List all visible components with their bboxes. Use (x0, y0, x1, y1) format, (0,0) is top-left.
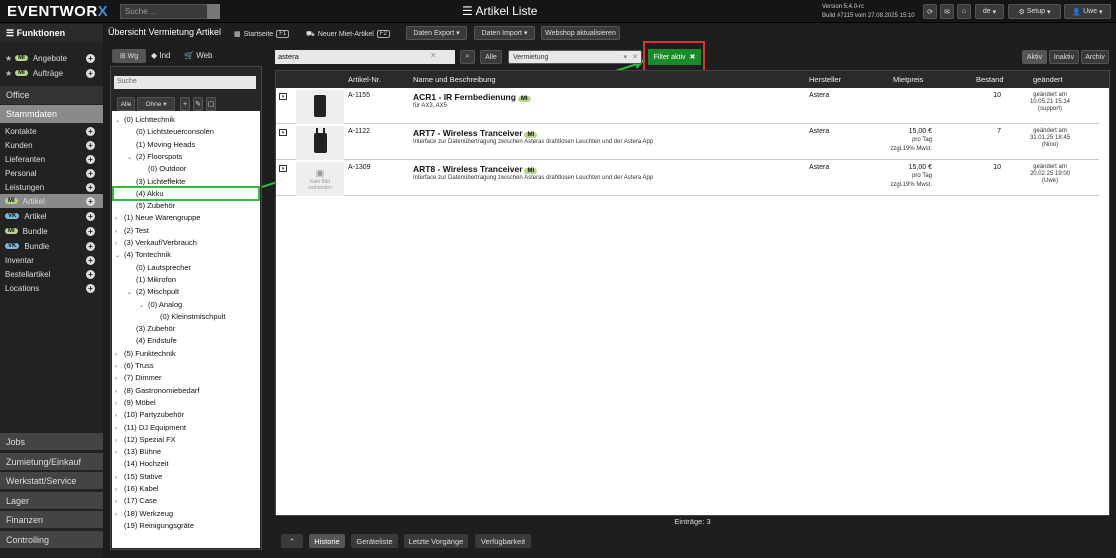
clear-type-icon[interactable]: ✕ (632, 53, 638, 61)
status-tab-aktiv[interactable]: Aktiv (1022, 50, 1047, 64)
collapse-up-icon[interactable]: ⌃ (281, 534, 303, 548)
type-select[interactable]: Vermietung ▾ ✕ (508, 50, 642, 64)
clear-search-icon[interactable]: ✕ (430, 51, 437, 60)
col-mietpreis[interactable]: Mietpreis (893, 75, 923, 84)
expand-row-icon[interactable]: ▾ (279, 165, 287, 172)
filter-highlight-box (643, 41, 705, 72)
status-tab-archiv[interactable]: Archiv (1081, 50, 1109, 64)
entries-count: Einträge: 3 (674, 517, 711, 526)
tab-verfuegbarkeit[interactable]: Verfügbarkeit (475, 534, 531, 548)
col-geaendert[interactable]: geändert (1033, 75, 1063, 84)
table-row[interactable]: ▾ A-1122 ART7 - Wireless Tranceiver MI I… (276, 125, 1099, 160)
search-icon[interactable]: ⌕ (460, 50, 475, 64)
article-search-input[interactable]: astera (275, 50, 455, 64)
product-image (296, 90, 344, 124)
no-image-placeholder: ▣ Kein Bild vorhanden (296, 162, 344, 196)
tab-historie[interactable]: Historie (309, 534, 345, 548)
image-icon: ▣ (315, 168, 325, 178)
tab-geraeteliste[interactable]: Geräteliste (351, 534, 398, 548)
status-tab-inaktiv[interactable]: Inaktiv (1049, 50, 1079, 64)
table-row[interactable]: ▾ A-1155 ACR1 - IR Fernbedienung MI für … (276, 89, 1099, 124)
col-name[interactable]: Name und Beschreibung (413, 75, 496, 84)
col-artnr[interactable]: Artikel-Nr. (348, 75, 381, 84)
table-row[interactable]: ▾ ▣ Kein Bild vorhanden A-1309 ART8 - Wire… (276, 161, 1099, 196)
col-bestand[interactable]: Bestand (976, 75, 1004, 84)
expand-row-icon[interactable]: ▾ (279, 129, 287, 136)
all-filter-button[interactable]: Alle (480, 50, 502, 64)
col-hersteller[interactable]: Hersteller (809, 75, 841, 84)
expand-row-icon[interactable]: ▾ (279, 93, 287, 100)
tab-letzte-vorgaenge[interactable]: Letzte Vorgänge (404, 534, 468, 548)
product-image (296, 126, 344, 160)
